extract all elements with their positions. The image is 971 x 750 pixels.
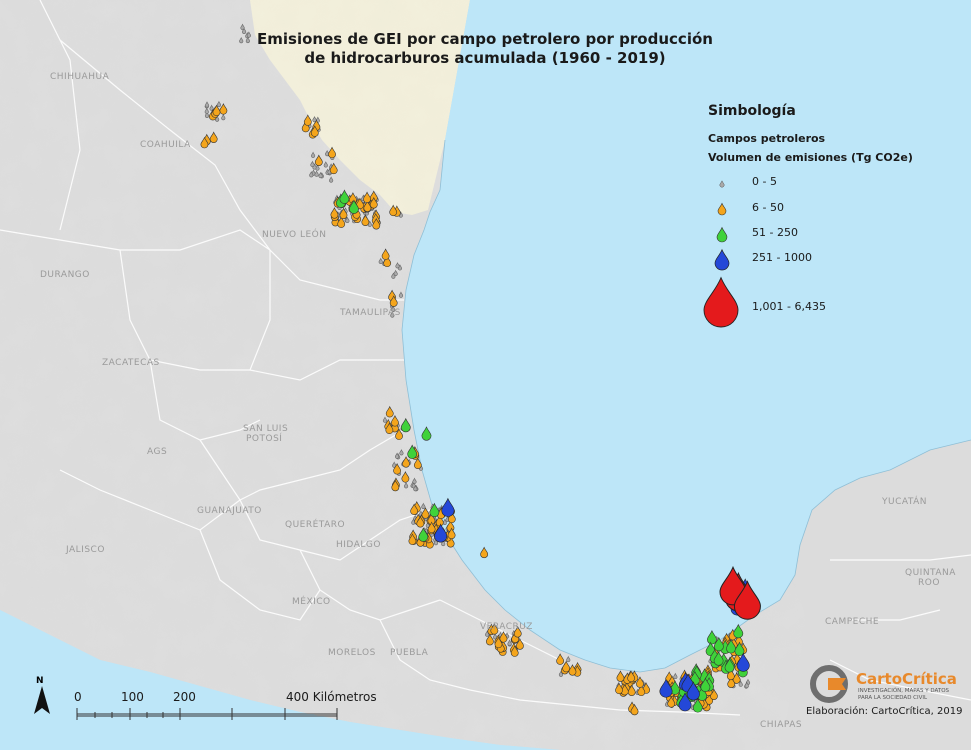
state-label-mexico: MÉXICO	[292, 597, 331, 607]
logo-tagline-1: INVESTIGACIÓN, MAPAS Y DATOS	[858, 688, 950, 694]
state-label-campeche: CAMPECHE	[825, 617, 880, 627]
map-title: Emisiones de GEI por campo petrolero por…	[250, 30, 720, 68]
drop-blue-icon	[714, 248, 730, 271]
legend-heading: Simbología	[708, 103, 796, 119]
legend-label-1001-6435: 1,001 - 6,435	[752, 300, 826, 313]
legend-row-1001-6435: 1,001 - 6,435	[690, 270, 940, 330]
map-title-line-1: Emisiones de GEI por campo petrolero por…	[257, 30, 713, 48]
state-label-veracruz: VERACRUZ	[480, 622, 533, 632]
north-arrow-icon	[34, 686, 50, 714]
state-label-jalisco: JALISCO	[66, 545, 105, 555]
cartocritica-logo: CartoCrítica INVESTIGACIÓN, MAPAS Y DATO…	[808, 664, 958, 704]
state-label-nuevo-leon: NUEVO LEÓN	[262, 230, 327, 240]
drop-red-icon	[703, 276, 739, 328]
scale-tick-0: 0	[74, 690, 82, 704]
state-label-potosi: POTOSÍ	[246, 434, 283, 444]
state-label-san-luis: SAN LUIS	[243, 424, 289, 434]
state-label-durango: DURANGO	[40, 270, 90, 280]
scale-tick-400-km: 400 Kilómetros	[286, 690, 377, 704]
state-label-puebla: PUEBLA	[390, 648, 429, 658]
map-frame: CHIHUAHUA COAHUILA NUEVO LEÓN DURANGO TA…	[0, 0, 971, 750]
state-label-morelos: MORELOS	[328, 648, 376, 658]
state-label-coahuila: COAHUILA	[140, 140, 191, 150]
logo-tagline-2: PARA LA SOCIEDAD CIVIL	[858, 695, 928, 701]
map-title-line-2: de hidrocarburos acumulada (1960 - 2019)	[304, 49, 666, 67]
state-label-guanajuato: GUANAJUATO	[197, 506, 262, 516]
state-label-chiapas: CHIAPAS	[760, 720, 803, 730]
legend-label-51-250: 51 - 250	[752, 226, 798, 239]
legend-subtitle: Campos petroleros	[708, 132, 826, 145]
map-credit: Elaboración: CartoCrítica, 2019	[806, 706, 963, 717]
drop-green-icon	[716, 226, 728, 243]
state-label-queretaro: QUERÉTARO	[285, 520, 346, 530]
scale-tick-100: 100	[121, 690, 144, 704]
state-label-quintana: QUINTANA	[905, 568, 956, 578]
scale-bar: N 0 100 200 400 Kilómetros	[30, 670, 380, 730]
legend-label-251-1000: 251 - 1000	[752, 251, 812, 264]
legend: Simbología Campos petroleros Volumen de …	[690, 100, 940, 340]
legend-volume-title: Volumen de emisiones (Tg CO2e)	[708, 151, 913, 164]
scale-tick-200: 200	[173, 690, 196, 704]
state-label-yucatan: YUCATÁN	[882, 497, 928, 507]
north-label: N	[36, 676, 44, 686]
state-label-chihuahua: CHIHUAHUA	[50, 72, 110, 82]
legend-label-6-50: 6 - 50	[752, 201, 784, 214]
drop-orange-icon	[717, 202, 727, 216]
state-label-tamaulipas: TAMAULIPAS	[340, 308, 401, 318]
legend-label-0-5: 0 - 5	[752, 175, 777, 188]
state-label-hidalgo: HIDALGO	[336, 540, 381, 550]
cartocritica-logo-icon	[810, 665, 848, 703]
state-label-ags: AGS	[147, 447, 168, 457]
scale-bar-graphic	[76, 708, 338, 720]
state-label-zacatecas: ZACATECAS	[102, 358, 160, 368]
drop-small-gray-icon	[719, 180, 725, 188]
legend-row-251-1000: 251 - 1000	[690, 242, 940, 272]
state-label-roo: ROO	[918, 578, 940, 588]
logo-name: CartoCrítica	[856, 670, 957, 688]
